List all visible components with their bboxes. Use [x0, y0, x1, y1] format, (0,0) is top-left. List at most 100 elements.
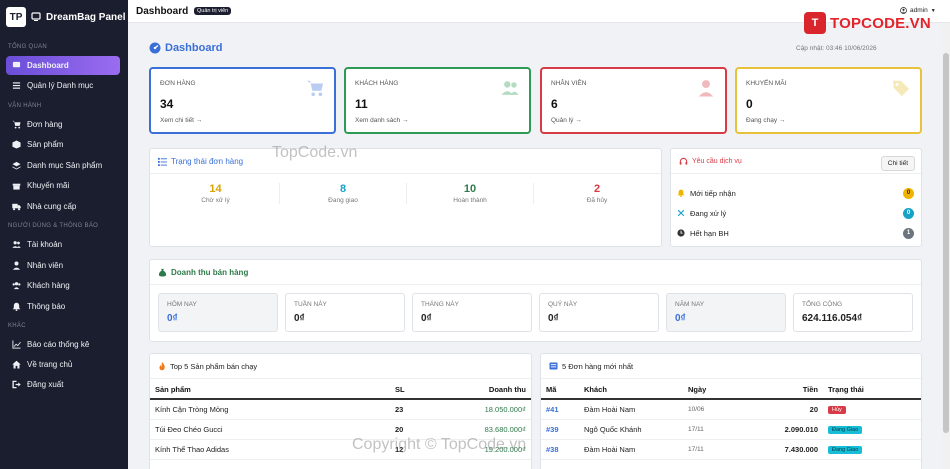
cart-icon: [12, 120, 21, 129]
table-row[interactable]: #41 Đàm Hoài Nam 10/06 20 Hủy: [541, 399, 921, 420]
stat-card-3[interactable]: KHUYẾN MÃI 0 Đang chạy →: [735, 67, 922, 134]
revenue-card: Doanh thu bán hàng HÔM NAY 0₫ TUẦN NÀY 0₫ TH…: [149, 259, 922, 342]
order-status-card: Trạng thái đơn hàng 14 Chờ xử lý 8 Đang gia…: [149, 148, 662, 247]
sidebar-item-3-2[interactable]: Đăng xuất: [6, 375, 120, 394]
revenue-value: 0₫: [675, 313, 686, 324]
stat-link[interactable]: Đang chạy →: [746, 117, 785, 124]
order-status-label: Đã hủy: [586, 197, 608, 204]
sidebar-item-1-3[interactable]: Khuyến mãi: [6, 176, 120, 195]
sidebar-item-1-2[interactable]: Danh mục Sản phẩm: [6, 156, 120, 175]
sidebar-item-label: Về trang chủ: [27, 360, 73, 369]
table-row[interactable]: Kính Cận Tròng Mỏng 23 18.050.000₫: [150, 399, 531, 420]
fire-icon: [159, 361, 165, 370]
col-revenue: Doanh thu: [428, 380, 531, 400]
sidebar: TP DreamBag Panel TỔNG QUAN Dashboard Quản…: [0, 0, 128, 469]
sidebar-item-3-0[interactable]: Báo cáo thống kê: [6, 335, 120, 354]
sidebar-item-2-2[interactable]: Khách hàng: [6, 276, 120, 295]
order-status-item: 8 Đang giao: [279, 183, 406, 204]
revenue-value: 624.116.054₫: [802, 313, 863, 324]
sidebar-item-label: Danh mục Sản phẩm: [27, 161, 103, 170]
sidebar-item-2-0[interactable]: Tài khoản: [6, 235, 120, 254]
latest-orders-header: 5 Đơn hàng mới nhất: [541, 354, 921, 379]
order-date: 10/06: [683, 399, 743, 420]
bell-icon: [677, 189, 685, 197]
brand[interactable]: TP DreamBag Panel: [6, 6, 125, 28]
stat-link[interactable]: Xem chi tiết →: [160, 117, 202, 124]
col-status: Trạng thái: [823, 380, 921, 400]
revenue-label: THÁNG NÀY: [421, 301, 459, 308]
order-status: Đang Giao: [823, 419, 921, 440]
money-bag-icon: [158, 268, 167, 277]
stat-card-1[interactable]: KHÁCH HÀNG 11 Xem danh sách →: [344, 67, 531, 134]
service-detail-button[interactable]: Chi tiết: [880, 156, 915, 171]
sidebar-item-2-3[interactable]: Thông báo: [6, 297, 120, 316]
sidebar-item-0-0[interactable]: Dashboard: [6, 56, 120, 75]
revenue-value: 0₫: [548, 313, 559, 324]
layers-icon: [12, 161, 21, 170]
stat-link[interactable]: Xem danh sách →: [355, 117, 408, 124]
table-row[interactable]: Kính Thể Thao Adidas 12 19.200.000₫: [150, 439, 531, 460]
sidebar-item-label: Báo cáo thống kê: [27, 340, 90, 349]
sidebar-item-1-0[interactable]: Đơn hàng: [6, 115, 120, 134]
table-row[interactable]: #38 Đàm Hoài Nam 17/11 7.430.000 Đang Giao: [541, 439, 921, 460]
order-status-label: Chờ xử lý: [201, 197, 230, 204]
order-id[interactable]: #38: [541, 439, 579, 460]
logout-icon: [12, 380, 21, 389]
col-id: Mã: [541, 380, 579, 400]
page-title: Dashboard: [149, 42, 222, 54]
stat-label: KHUYẾN MÃI: [746, 80, 787, 87]
service-item[interactable]: Hết hạn BH 1: [677, 225, 915, 241]
sidebar-item-3-1[interactable]: Về trang chủ: [6, 355, 120, 374]
service-item-label: Đang xử lý: [690, 208, 727, 218]
order-id[interactable]: #39: [541, 419, 579, 440]
order-status-header: Trạng thái đơn hàng: [150, 149, 661, 174]
home-icon: [12, 360, 21, 369]
product-qty: 20: [390, 419, 429, 440]
sidebar-item-label: Thông báo: [27, 302, 66, 311]
latest-orders-card: 5 Đơn hàng mới nhất Mã Khách Ngày Tiền T…: [540, 353, 922, 469]
sidebar-item-label: Sản phẩm: [27, 140, 64, 149]
page-scrollbar[interactable]: [942, 23, 950, 469]
order-id[interactable]: #41: [541, 399, 579, 420]
tools-icon: [677, 209, 685, 217]
status-badge: Hủy: [828, 406, 846, 415]
top-products-table: Sản phẩm SL Doanh thu Kính Cận Tròng Mỏn…: [150, 380, 531, 460]
latest-orders-title: 5 Đơn hàng mới nhất: [562, 361, 634, 371]
topcode-logo: T TOPCODE.VN: [804, 12, 931, 34]
sidebar-item-1-4[interactable]: Nhà cung cấp: [6, 197, 120, 216]
stat-label: ĐƠN HÀNG: [160, 80, 196, 87]
order-status-item: 14 Chờ xử lý: [152, 183, 279, 204]
revenue-value: 0₫: [294, 313, 305, 324]
user-group-icon: [12, 282, 21, 290]
truck-icon: [12, 203, 21, 211]
table-row[interactable]: Túi Đeo Chéo Gucci 20 83.680.000₫: [150, 419, 531, 440]
scrollbar-thumb[interactable]: [943, 53, 949, 433]
sidebar-item-2-1[interactable]: Nhân viên: [6, 256, 120, 275]
product-qty: 12: [390, 439, 429, 460]
sidebar-item-1-1[interactable]: Sản phẩm: [6, 135, 120, 154]
latest-orders-header-row: Mã Khách Ngày Tiền Trạng thái: [541, 380, 921, 400]
user-tie-icon: [12, 261, 21, 270]
service-item-count: 0: [903, 187, 914, 199]
sidebar-section-title: NGƯỜI DÙNG & THÔNG BÁO: [8, 223, 99, 229]
sidebar-section-title: VẬN HÀNH: [8, 103, 42, 109]
cart-icon: [306, 80, 324, 97]
top-products-header-row: Sản phẩm SL Doanh thu: [150, 380, 531, 400]
order-status: Hủy: [823, 399, 921, 420]
service-title: Yêu cầu dịch vụ: [692, 157, 742, 165]
latest-orders-table: Mã Khách Ngày Tiền Trạng thái #41 Đàm Hoà…: [541, 380, 921, 460]
revenue-value: 0₫: [167, 313, 178, 324]
service-item[interactable]: Mới tiếp nhận 0: [677, 185, 915, 201]
revenue-item: HÔM NAY 0₫: [158, 293, 278, 332]
sidebar-item-0-1[interactable]: Quản lý Danh mục: [6, 76, 120, 95]
sidebar-item-label: Quản lý Danh mục: [27, 81, 94, 90]
bell-icon: [12, 302, 21, 311]
order-status: Đang Giao: [823, 439, 921, 460]
service-item[interactable]: Đang xử lý 0: [677, 205, 915, 221]
revenue-header: Doanh thu bán hàng: [150, 260, 921, 285]
stat-card-0[interactable]: ĐƠN HÀNG 34 Xem chi tiết →: [149, 67, 336, 134]
page-title-text: Dashboard: [165, 42, 223, 54]
table-row[interactable]: #39 Ngô Quốc Khánh 17/11 2.090.010 Đang Giao: [541, 419, 921, 440]
stat-link[interactable]: Quản lý →: [551, 117, 582, 124]
stat-card-2[interactable]: NHÂN VIÊN 6 Quản lý →: [540, 67, 727, 134]
